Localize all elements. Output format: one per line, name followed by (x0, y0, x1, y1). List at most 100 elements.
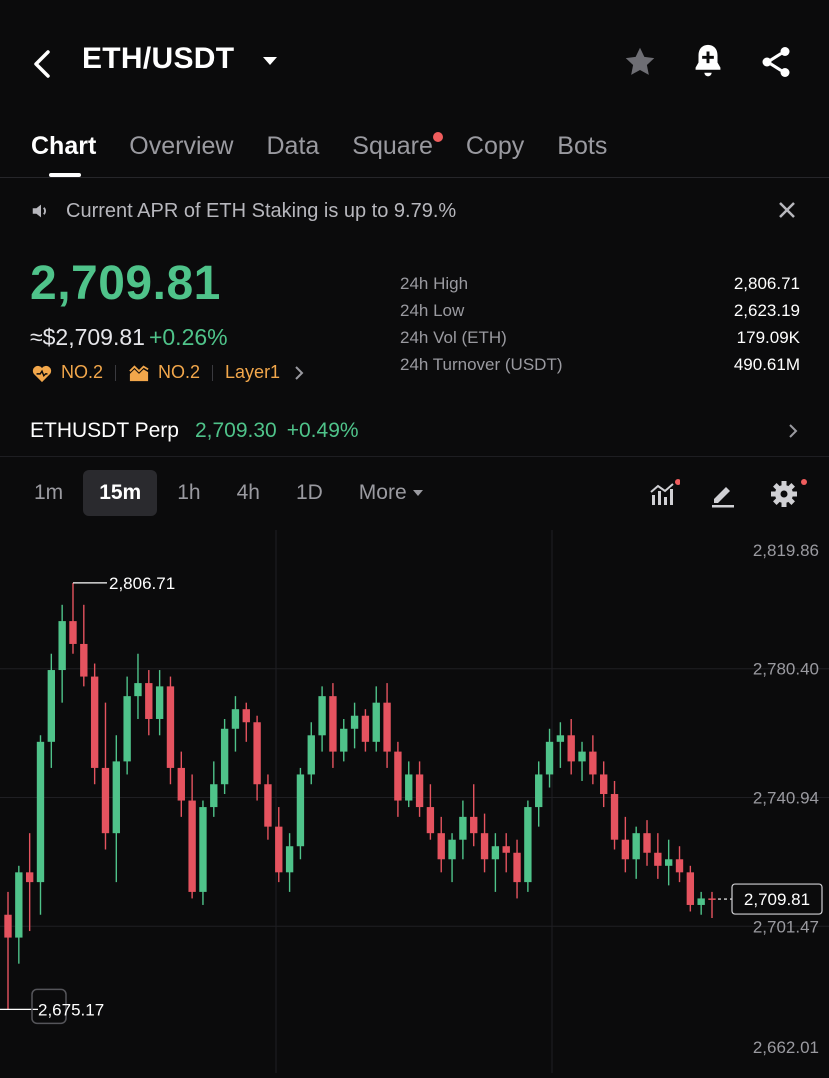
category-label: Layer1 (225, 362, 281, 382)
timeframe-1d[interactable]: 1D (280, 470, 339, 516)
stat-label: 24h Vol (ETH) (400, 328, 507, 347)
candle-body (123, 696, 131, 762)
candle-body (600, 774, 608, 795)
candle-body (545, 741, 554, 775)
candle-body (296, 774, 305, 847)
candle-body (80, 643, 88, 677)
announcement-text: Current APR of ETH Staking is up to 9.79… (66, 199, 457, 222)
candle-body (632, 833, 640, 860)
candle-body (643, 833, 651, 853)
candle-body (242, 709, 250, 723)
candle-body (4, 914, 12, 938)
y-axis-tick-label: 2,780.40 (753, 660, 819, 679)
pair-title[interactable]: ETH/USDT (82, 42, 234, 76)
perp-price: 2,709.30 (194, 419, 277, 442)
candle-body (567, 735, 575, 762)
tab-data[interactable]: Data (266, 132, 319, 161)
tab-label: Overview (129, 131, 234, 160)
low-price-label: 2,675.17 (38, 1000, 104, 1019)
candle-body (686, 872, 695, 905)
back-button[interactable] (26, 44, 60, 84)
chart-settings-button[interactable] (768, 477, 808, 514)
rank-tag-hot[interactable]: NO.2 (31, 362, 103, 383)
stat-label: 24h Low (400, 301, 465, 320)
timeframe-15m[interactable]: 15m (83, 470, 158, 516)
candle-body (394, 751, 402, 801)
drawing-tools-button[interactable] (708, 479, 738, 514)
price-alert-button[interactable] (690, 42, 726, 85)
y-axis-tick-label: 2,740.94 (753, 788, 819, 807)
candle-body (318, 696, 326, 736)
gear-icon (771, 479, 807, 507)
candle-body (47, 670, 56, 742)
caret-down-icon (412, 490, 423, 496)
announcement-bar[interactable]: Current APR of ETH Staking is up to 9.79… (30, 193, 800, 229)
candle-body (372, 702, 380, 742)
tab-chart[interactable]: Chart (31, 131, 97, 177)
candle-body (415, 774, 424, 808)
candle-body (437, 833, 445, 860)
candle-body (426, 807, 435, 834)
stat-row: 24h Turnover (USDT) 490.61M (400, 355, 800, 382)
divider (0, 177, 829, 178)
last-price-label: 2,709.81 (744, 890, 810, 909)
close-icon (779, 202, 795, 218)
tab-copy[interactable]: Copy (466, 132, 524, 161)
candle-body (502, 846, 510, 853)
speaker-icon (32, 204, 46, 218)
back-arrow-icon (34, 50, 50, 78)
candle-body (307, 735, 315, 775)
tab-bots[interactable]: Bots (557, 132, 607, 161)
tag-row: NO.2 NO.2 Layer1 (31, 362, 306, 383)
stat-label: 24h High (400, 274, 469, 293)
tab-label: Chart (31, 131, 97, 160)
candle-body (664, 859, 673, 866)
bell-plus-icon (695, 44, 721, 77)
timeframe-1m[interactable]: 1m (18, 470, 79, 516)
candle-body (621, 839, 630, 860)
stat-value: 2,806.71 (733, 274, 800, 293)
stats-panel: 24h High 2,806.71 24h Low 2,623.19 24h Vol… (400, 274, 800, 382)
stat-label: 24h Turnover (USDT) (400, 355, 563, 374)
chart-canvas: 2,806.71 2,675.17 2,819.86 2,780.40 2,740.94… (0, 530, 829, 1073)
candle-body (578, 751, 586, 762)
candle-body (101, 767, 110, 834)
favorite-button[interactable] (622, 44, 658, 85)
tab-label: Square (352, 131, 433, 160)
perp-link-row[interactable]: ETHUSDT Perp 2,709.30 +0.49% (30, 416, 800, 446)
candle-body (470, 816, 478, 834)
candle-body (535, 774, 543, 808)
candle-body (383, 702, 391, 752)
more-label: More (358, 481, 407, 504)
share-icon (762, 47, 790, 77)
timeframe-4h[interactable]: 4h (221, 470, 276, 516)
candle-body (340, 728, 348, 752)
candlestick-chart[interactable]: 2,806.71 2,675.17 2,819.86 2,780.40 2,740.94… (0, 530, 829, 1073)
tab-overview[interactable]: Overview (129, 132, 233, 161)
timeframe-1h[interactable]: 1h (161, 470, 216, 516)
tab-label: Bots (557, 131, 608, 160)
candle-body (58, 621, 66, 671)
candle-body (166, 686, 175, 768)
share-button[interactable] (758, 44, 794, 85)
active-tab-indicator (49, 172, 81, 177)
close-announcement-button[interactable] (776, 199, 798, 226)
rank-tag-gainers[interactable]: NO.2 (128, 362, 200, 383)
stat-value: 2,623.19 (733, 301, 800, 320)
indicators-button[interactable] (648, 479, 681, 514)
candle-body (405, 774, 413, 801)
price-change: +0.26% (148, 324, 228, 350)
candle-body (697, 898, 705, 905)
candle-body (220, 728, 229, 785)
category-tag[interactable]: Layer1 (225, 362, 306, 383)
divider (0, 456, 829, 457)
candle-body (210, 784, 218, 808)
candle-body (36, 741, 45, 883)
y-axis-tick-label: 2,701.47 (753, 917, 819, 936)
timeframe-more[interactable]: More (343, 470, 439, 516)
timeframe-bar: 1m 15m 1h 4h 1D More (18, 470, 443, 516)
candle-body (69, 621, 77, 644)
tab-square[interactable]: Square (352, 131, 443, 161)
candle-body (275, 826, 283, 873)
chevron-down-icon[interactable] (263, 57, 277, 65)
